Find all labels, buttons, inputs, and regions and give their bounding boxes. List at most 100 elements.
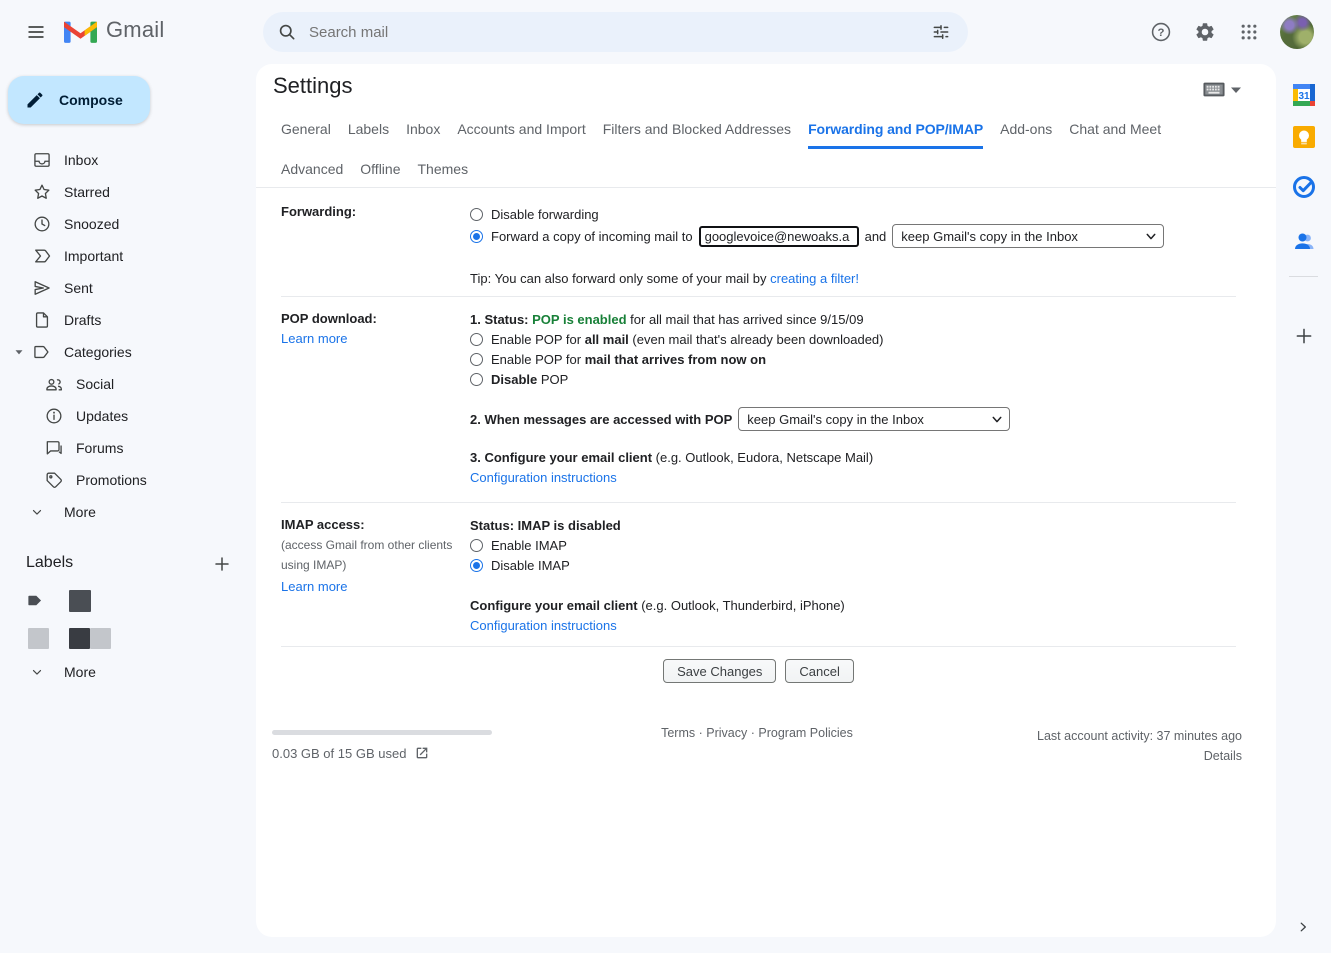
enable-pop-now-label: Enable POP for mail that arrives from no…	[491, 352, 766, 367]
sidebar-item-label: Starred	[64, 184, 110, 200]
sidebar-item-forums[interactable]: Forums	[0, 432, 244, 464]
tab-inbox[interactable]: Inbox	[406, 121, 440, 149]
redacted-label-name[interactable]	[69, 628, 90, 649]
chevron-down-icon	[30, 505, 44, 519]
keep-button[interactable]	[1291, 124, 1317, 150]
disable-pop-radio[interactable]	[470, 373, 483, 386]
sidebar-item-promotions[interactable]: Promotions	[0, 464, 244, 496]
tab-forwarding-and-pop-imap[interactable]: Forwarding and POP/IMAP	[808, 121, 983, 149]
creating-a-filter-link[interactable]: creating a filter!	[770, 271, 859, 286]
search-bar[interactable]	[263, 12, 968, 52]
imap-section-sublabel: (access Gmail from other clients using I…	[281, 535, 456, 575]
help-button[interactable]: ?	[1149, 20, 1173, 44]
disable-forwarding-radio[interactable]	[470, 208, 483, 221]
disable-imap-option[interactable]: Disable IMAP	[470, 555, 1236, 575]
sidebar-item-label: Social	[76, 376, 114, 392]
contacts-icon	[1291, 228, 1317, 254]
send-icon	[32, 278, 52, 298]
hamburger-menu-button[interactable]	[18, 14, 54, 50]
pop-config-instructions-link[interactable]: Configuration instructions	[470, 470, 617, 485]
forward-copy-radio[interactable]	[470, 230, 483, 243]
enable-imap-option[interactable]: Enable IMAP	[470, 535, 1236, 555]
disable-imap-label: Disable IMAP	[491, 558, 570, 573]
sidebar-item-label: Inbox	[64, 152, 98, 168]
enable-pop-now-radio[interactable]	[470, 353, 483, 366]
sidebar-item-important[interactable]: Important	[0, 240, 244, 272]
search-options-button[interactable]	[926, 17, 956, 47]
input-tools-button[interactable]	[1203, 82, 1242, 97]
details-link[interactable]: Details	[1204, 749, 1242, 763]
redacted-label-icon[interactable]	[28, 628, 49, 649]
sidebar-item-snoozed[interactable]: Snoozed	[0, 208, 244, 240]
disable-pop-option[interactable]: Disable POP	[470, 369, 1236, 389]
tasks-button[interactable]	[1291, 174, 1317, 200]
hide-side-panel-button[interactable]	[1292, 916, 1314, 938]
compose-button[interactable]: Compose	[8, 76, 150, 124]
sidebar-item-sent[interactable]: Sent	[0, 272, 244, 304]
tab-advanced[interactable]: Advanced	[281, 161, 343, 189]
tab-accounts-and-import[interactable]: Accounts and Import	[457, 121, 585, 149]
redacted-label-name[interactable]	[69, 590, 91, 612]
sidebar-item-label: Important	[64, 248, 123, 264]
forwarding-section: Forwarding: Disable forwarding Forward a…	[281, 188, 1236, 297]
program-policies-link[interactable]: Program Policies	[758, 726, 852, 740]
top-bar: Gmail ?	[0, 0, 1331, 64]
gmail-logo[interactable]: Gmail	[64, 17, 164, 43]
disable-forwarding-option[interactable]: Disable forwarding	[470, 204, 1236, 224]
sidebar-item-label: Categories	[64, 344, 132, 360]
inbox-icon	[32, 150, 52, 170]
sidebar-item-categories[interactable]: Categories	[0, 336, 244, 368]
tab-chat-and-meet[interactable]: Chat and Meet	[1069, 121, 1161, 149]
save-changes-button[interactable]: Save Changes	[663, 659, 776, 683]
storage-progress-bar	[272, 730, 492, 735]
settings-gear-button[interactable]	[1193, 20, 1217, 44]
tab-labels[interactable]: Labels	[348, 121, 389, 149]
hamburger-icon	[26, 22, 46, 42]
redacted-label-name[interactable]	[90, 628, 111, 649]
pop-status-label: 1. Status:	[470, 312, 532, 327]
forward-email-input[interactable]	[699, 226, 859, 247]
forwarding-tip: Tip: You can also forward only some of y…	[470, 268, 1236, 288]
imap-config-instructions-link[interactable]: Configuration instructions	[470, 618, 617, 633]
privacy-link[interactable]: Privacy	[706, 726, 747, 740]
get-addons-button[interactable]	[1292, 324, 1316, 348]
calendar-button[interactable]: 31	[1291, 82, 1317, 108]
chevron-right-icon	[1296, 920, 1310, 934]
add-label-button[interactable]	[210, 552, 234, 576]
labels-more-button[interactable]: More	[0, 656, 244, 688]
sidebar-item-drafts[interactable]: Drafts	[0, 304, 244, 336]
footer-links: Terms · Privacy · Program Policies	[572, 724, 942, 766]
tab-filters-and-blocked-addresses[interactable]: Filters and Blocked Addresses	[603, 121, 791, 149]
imap-configure-text: Configure your email client (e.g. Outloo…	[470, 595, 1236, 615]
tab-general[interactable]: General	[281, 121, 331, 149]
search-input[interactable]	[307, 23, 926, 42]
disable-imap-radio[interactable]	[470, 559, 483, 572]
tab-offline[interactable]: Offline	[360, 161, 400, 189]
imap-learn-more-link[interactable]: Learn more	[281, 577, 347, 597]
enable-pop-now-option[interactable]: Enable POP for mail that arrives from no…	[470, 349, 1236, 369]
enable-imap-radio[interactable]	[470, 539, 483, 552]
forward-action-select[interactable]: keep Gmail's copy in the Inbox	[892, 224, 1164, 248]
sidebar-item-label: Forums	[76, 440, 123, 456]
sidebar-item-more[interactable]: More	[0, 496, 244, 528]
terms-link[interactable]: Terms	[661, 726, 695, 740]
sidebar-item-updates[interactable]: Updates	[0, 400, 244, 432]
pop-learn-more-link[interactable]: Learn more	[281, 329, 347, 349]
forward-action-value: keep Gmail's copy in the Inbox	[901, 229, 1078, 244]
sidebar-item-label: Promotions	[76, 472, 147, 488]
sidebar-item-inbox[interactable]: Inbox	[0, 144, 244, 176]
pop-action-select[interactable]: keep Gmail's copy in the Inbox	[738, 407, 1010, 431]
tab-themes[interactable]: Themes	[418, 161, 469, 189]
contacts-button[interactable]	[1291, 228, 1317, 254]
sidebar-item-starred[interactable]: Starred	[0, 176, 244, 208]
enable-pop-all-radio[interactable]	[470, 333, 483, 346]
user-avatar[interactable]	[1280, 15, 1314, 49]
categories-expand-icon[interactable]	[12, 345, 26, 359]
open-in-new-icon[interactable]	[414, 745, 430, 761]
tab-add-ons[interactable]: Add-ons	[1000, 121, 1052, 149]
sidebar-item-social[interactable]: Social	[0, 368, 244, 400]
cancel-button[interactable]: Cancel	[785, 659, 853, 683]
enable-pop-all-option[interactable]: Enable POP for all mail (even mail that'…	[470, 329, 1236, 349]
forward-copy-option[interactable]: Forward a copy of incoming mail to and k…	[470, 224, 1236, 248]
apps-grid-button[interactable]	[1237, 20, 1261, 44]
